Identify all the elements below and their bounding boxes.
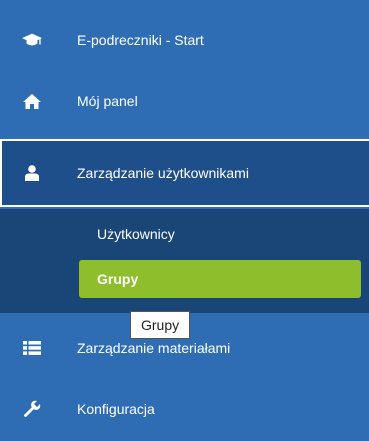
sidebar-item-start[interactable]: E-podreczniki - Start (0, 18, 369, 62)
sidebar-item-label: Zarządzanie użytkownikami (77, 165, 249, 181)
submenu-item-users[interactable]: Użytkownicy (79, 215, 361, 253)
sidebar-item-user-management[interactable]: Zarządzanie użytkownikami (0, 139, 369, 207)
submenu-item-groups[interactable]: Grupy (79, 260, 361, 298)
graduation-cap-icon (22, 30, 42, 50)
sidebar-nav: E-podreczniki - Start Mój panel Zarządza… (0, 0, 369, 441)
user-management-submenu: Użytkownicy Grupy (0, 209, 369, 313)
submenu-item-label: Użytkownicy (97, 226, 175, 242)
wrench-icon (22, 399, 42, 419)
sidebar-item-label: E-podreczniki - Start (77, 32, 204, 48)
user-icon (22, 163, 42, 183)
home-icon (22, 91, 42, 111)
sidebar-item-panel[interactable]: Mój panel (0, 79, 369, 123)
list-icon (22, 338, 42, 358)
sidebar-item-label: Mój panel (77, 93, 138, 109)
tooltip: Grupy (130, 311, 191, 339)
sidebar-item-configuration[interactable]: Konfiguracja (0, 387, 369, 431)
sidebar-item-label: Konfiguracja (77, 401, 155, 417)
sidebar-item-label: Zarządzanie materiałami (77, 340, 231, 356)
submenu-item-label: Grupy (97, 271, 139, 287)
